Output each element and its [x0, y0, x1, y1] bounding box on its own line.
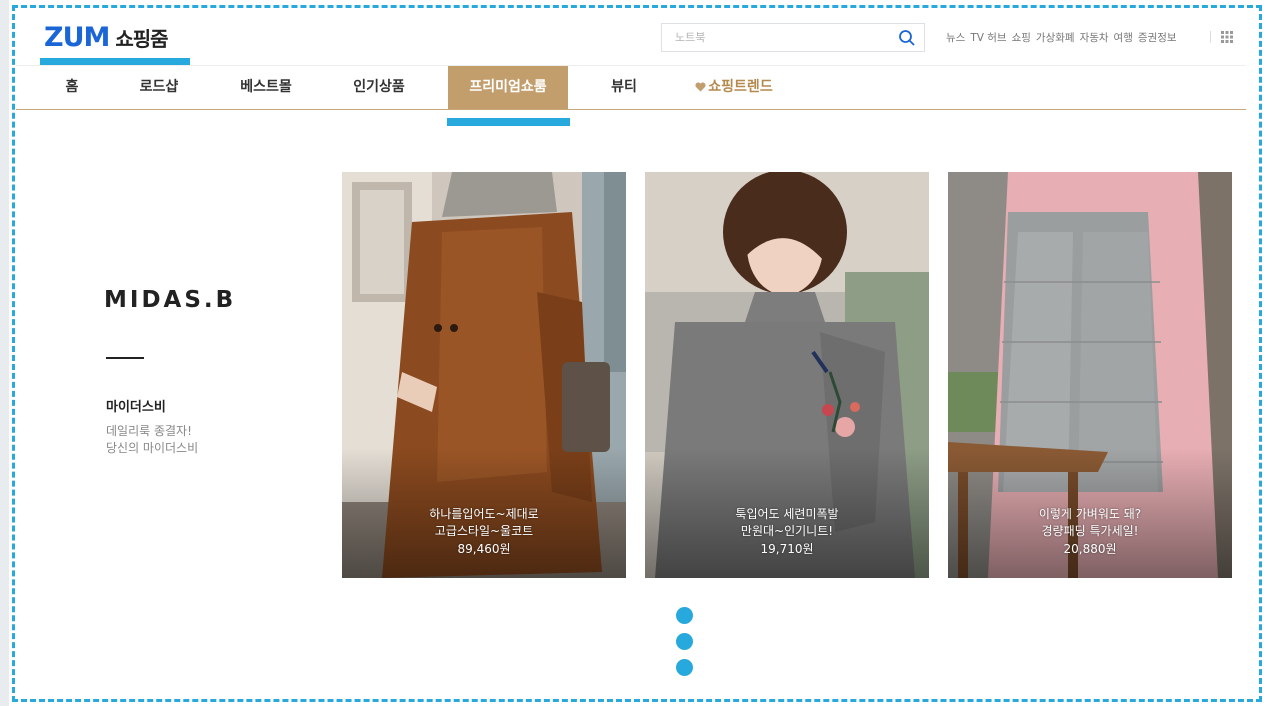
nav-popular[interactable]: 인기상품	[339, 66, 419, 109]
nav-bestmall[interactable]: 베스트몰	[226, 66, 306, 109]
nav-beauty[interactable]: 뷰티	[596, 66, 652, 109]
pagination-dot-1[interactable]	[676, 607, 693, 624]
product-price-3: 20,880원	[1063, 542, 1117, 556]
site-logo[interactable]: ZUM 쇼핑줌	[44, 22, 169, 53]
nav-premium-showroom[interactable]: 프리미엄쇼룸	[448, 66, 568, 109]
product-title-3: 이렇게 가벼워도 돼? 경량패딩 특가세일!	[1038, 507, 1142, 538]
top-link-news[interactable]: 뉴스	[946, 30, 965, 45]
brand-name[interactable]: 마이더스비	[106, 396, 166, 415]
logo-shopping-zum: 쇼핑줌	[115, 27, 168, 51]
search-icon[interactable]	[898, 29, 916, 47]
nav-shopping-trend[interactable]: 쇼핑트렌드	[686, 66, 782, 109]
product-card-2[interactable]: 툭입어도 세련미폭발 만원대~인기니트! 19,710원	[645, 172, 929, 578]
top-link-tv-hub[interactable]: TV 허브	[970, 30, 1006, 45]
nav-active-indicator	[447, 118, 570, 126]
nav-shopping-trend-label: 쇼핑트렌드	[708, 79, 773, 95]
product-card-3[interactable]: 이렇게 가벼워도 돼? 경량패딩 특가세일! 20,880원	[948, 172, 1232, 578]
top-link-travel[interactable]: 여행	[1114, 30, 1133, 45]
left-edge-strip	[0, 0, 9, 706]
brand-description: 데일리룩 종결자! 당신의 마이더스비	[106, 424, 199, 455]
product-title-1: 하나를입어도~제대로 고급스타일~울코트	[429, 507, 539, 538]
logo-zum: ZUM	[44, 22, 110, 53]
heart-icon	[695, 82, 706, 92]
pagination-dot-3[interactable]	[676, 659, 693, 676]
logo-highlight-bar	[40, 58, 190, 65]
product-price-1: 89,460원	[457, 542, 511, 556]
nav-roadshop[interactable]: 로드샵	[126, 66, 192, 109]
nav-bottom-rule	[16, 109, 1246, 110]
product-price-2: 19,710원	[760, 542, 814, 556]
pagination-dot-2[interactable]	[676, 633, 693, 650]
top-link-car[interactable]: 자동차	[1080, 30, 1109, 45]
nav-home[interactable]: 홈	[44, 66, 100, 109]
search-box	[661, 23, 925, 52]
top-link-stocks[interactable]: 증권정보	[1138, 30, 1177, 45]
product-card-1[interactable]: 하나를입어도~제대로 고급스타일~울코트 89,460원	[342, 172, 626, 578]
main-nav: 홈 로드샵 베스트몰 인기상품 프리미엄쇼룸 뷰티 쇼핑트렌드	[16, 66, 1246, 109]
search-input[interactable]	[662, 24, 887, 51]
product-title-2: 툭입어도 세련미폭발 만원대~인기니트!	[735, 507, 839, 538]
brand-divider	[106, 357, 144, 359]
brand-logo[interactable]: MIDAS.B	[104, 287, 236, 313]
top-link-crypto[interactable]: 가상화폐	[1036, 30, 1075, 45]
top-link-shopping[interactable]: 쇼핑	[1012, 30, 1031, 45]
apps-grid-icon[interactable]	[1221, 31, 1233, 43]
top-links-divider	[1210, 31, 1211, 43]
top-links: 뉴스 TV 허브 쇼핑 가상화폐 자동차 여행 증권정보	[946, 30, 1177, 45]
